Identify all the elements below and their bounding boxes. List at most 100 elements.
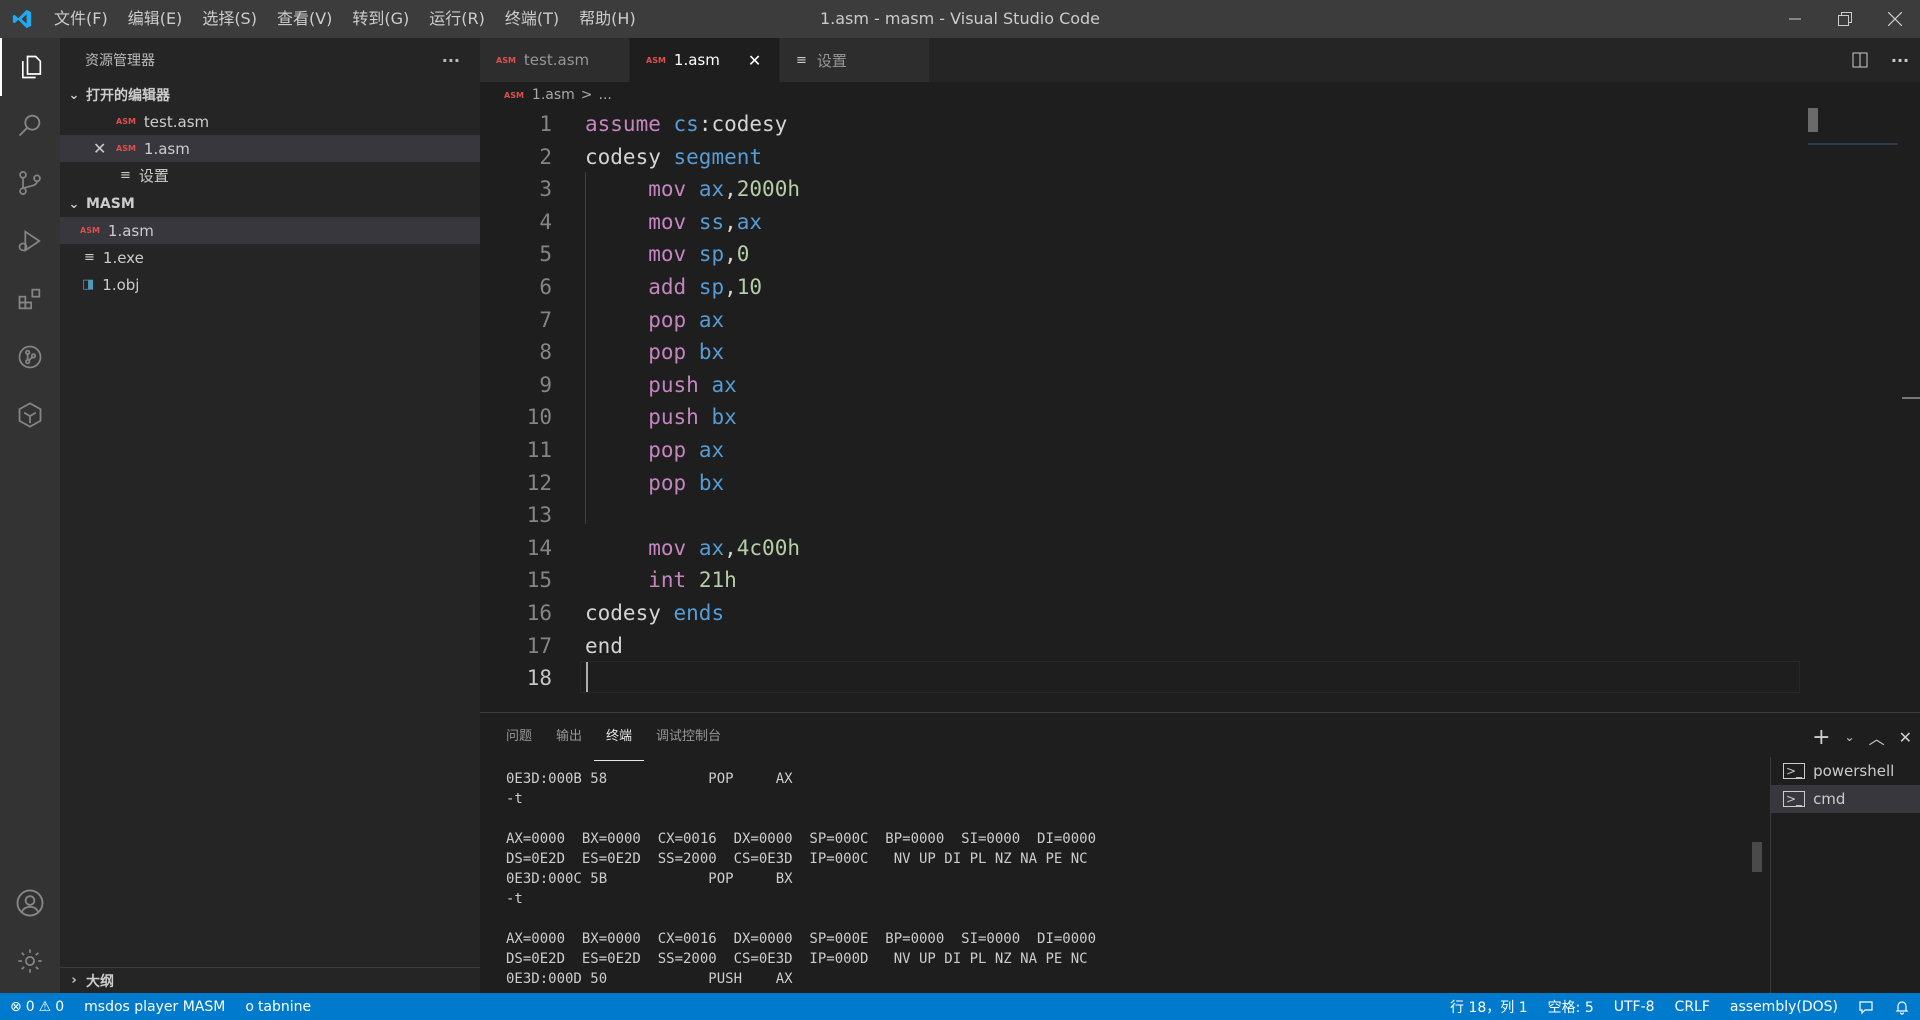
code-line[interactable]: 14 mov ax,4c00h [480, 532, 1800, 564]
code-line[interactable]: 13 [480, 499, 1800, 531]
code-token: , [724, 275, 737, 299]
open-editor-item[interactable]: ✕ ASM 1.asm [60, 135, 480, 162]
language-mode[interactable]: assembly(DOS) [1720, 993, 1848, 1020]
code-token: add [648, 275, 687, 299]
close-panel-icon[interactable]: ✕ [1899, 728, 1912, 747]
extensions-icon[interactable] [0, 270, 60, 328]
code-token: pop [648, 307, 687, 332]
asm-file-icon: ASM [116, 117, 136, 126]
explorer-icon[interactable] [0, 38, 60, 96]
file-item[interactable]: ≡ 1.exe [60, 244, 480, 271]
outline-section[interactable]: › 大纲 [60, 967, 480, 993]
code-line[interactable]: 7 pop ax [480, 304, 1800, 336]
code-line[interactable]: 3 mov ax,2000h [480, 173, 1800, 205]
menu-terminal[interactable]: 终端(T) [495, 0, 569, 38]
tab-debug-console[interactable]: 调试控制台 [644, 713, 733, 761]
terminal-label: powershell [1813, 762, 1895, 780]
code-line[interactable]: 11 pop ax [480, 434, 1800, 466]
menu-selection[interactable]: 选择(S) [192, 0, 267, 38]
code-line[interactable]: 8 pop bx [480, 336, 1800, 368]
code-token: bx [698, 470, 725, 495]
code-line[interactable]: 18 [480, 662, 1800, 694]
minimize-button[interactable] [1770, 0, 1820, 38]
minimap[interactable] [1808, 108, 1898, 152]
open-editor-item[interactable]: ≡ 设置 [60, 162, 480, 189]
maximize-panel-icon[interactable]: ︿ [1869, 725, 1885, 749]
restore-button[interactable] [1820, 0, 1870, 38]
tab-settings[interactable]: ≡ 设置 [780, 38, 930, 82]
menu-view[interactable]: 查看(V) [267, 0, 342, 38]
breadcrumb-file[interactable]: 1.asm [532, 87, 575, 103]
code-line[interactable]: 9 push ax [480, 369, 1800, 401]
menu-file[interactable]: 文件(F) [44, 0, 118, 38]
encoding[interactable]: UTF-8 [1604, 993, 1665, 1020]
terminal-item-powershell[interactable]: >_ powershell [1771, 757, 1920, 785]
more-editor-actions-icon[interactable]: ··· [1880, 51, 1920, 70]
new-terminal-icon[interactable]: + [1812, 725, 1830, 750]
code-line[interactable]: 17 end [480, 630, 1800, 662]
code-line[interactable]: 12 pop bx [480, 467, 1800, 499]
breadcrumb-symbols[interactable]: ... [599, 87, 612, 103]
folder-section[interactable]: ⌄ MASM [60, 191, 480, 217]
code-line[interactable]: 1 assume cs:codesy [480, 108, 1800, 140]
terminal-output[interactable]: 0E3D:000B 58 POP AX -t AX=0000 BX=0000 CX… [506, 769, 1506, 989]
code-line[interactable]: 5 mov sp,0 [480, 238, 1800, 270]
open-editor-item[interactable]: ASM test.asm [60, 108, 480, 135]
code-line[interactable]: 2 codesy segment [480, 141, 1800, 173]
source-control-icon[interactable] [0, 154, 60, 212]
manage-gear-icon[interactable] [0, 932, 60, 990]
editor-tabs: ASM test.asm ASM 1.asm ✕ ≡ 设置 ··· [480, 38, 1920, 82]
terminal-item-cmd[interactable]: >_ cmd [1771, 785, 1920, 813]
problems-status[interactable]: ⊗ 0 ⚠ 0 [0, 993, 74, 1020]
code-editor[interactable]: 1 assume cs:codesy 2 codesy segment 3 mov ax… [480, 108, 1920, 708]
run-debug-icon[interactable] [0, 212, 60, 270]
close-editor-icon[interactable]: ✕ [93, 139, 106, 158]
code-line[interactable]: 15 int 21h [480, 564, 1800, 596]
remote-explorer-icon[interactable] [0, 386, 60, 444]
terminal-scrollbar[interactable] [1752, 842, 1762, 872]
chevron-down-icon[interactable]: ⌄ [1845, 730, 1855, 744]
menu-go[interactable]: 转到(G) [342, 0, 419, 38]
menu-help[interactable]: 帮助(H) [569, 0, 646, 38]
git-graph-icon[interactable] [0, 328, 60, 386]
status-tabnine[interactable]: ο tabnine [235, 993, 321, 1020]
status-msdos-player[interactable]: msdos player MASM [74, 993, 235, 1020]
menu-edit[interactable]: 编辑(E) [118, 0, 193, 38]
tab-output[interactable]: 输出 [544, 713, 594, 761]
code-text: int 21h [585, 564, 737, 596]
file-item[interactable]: ASM 1.asm [60, 217, 480, 244]
close-tab-icon[interactable]: ✕ [748, 51, 761, 70]
more-actions-button[interactable]: ··· [442, 51, 460, 70]
line-number: 11 [526, 438, 552, 462]
line-ending[interactable]: CRLF [1665, 993, 1720, 1020]
terminal-line: -t [506, 791, 523, 807]
notifications-bell-icon[interactable] [1884, 993, 1920, 1020]
tab-terminal[interactable]: 终端 [594, 713, 645, 761]
code-token: ends [673, 601, 725, 625]
code-line[interactable]: 16 codesy ends [480, 597, 1800, 629]
split-editor-icon[interactable] [1840, 52, 1880, 68]
code-line[interactable]: 6 add sp,10 [480, 271, 1800, 303]
feedback-icon[interactable] [1848, 993, 1884, 1020]
tab-test-asm[interactable]: ASM test.asm [480, 38, 630, 82]
code-line[interactable]: 4 mov ss,ax [480, 206, 1800, 238]
account-icon[interactable] [0, 874, 60, 932]
search-icon[interactable] [0, 96, 60, 154]
tab-problems[interactable]: 问题 [494, 713, 544, 761]
file-item[interactable]: ◨ 1.obj [60, 271, 480, 298]
line-number: 16 [526, 601, 552, 625]
cursor-position[interactable]: 行 18，列 1 [1440, 993, 1538, 1020]
indentation[interactable]: 空格: 5 [1538, 993, 1604, 1020]
close-window-button[interactable] [1870, 0, 1920, 38]
open-editors-section[interactable]: ⌄ 打开的编辑器 [60, 82, 480, 108]
menu-run[interactable]: 运行(R) [419, 0, 495, 38]
code-text: pop ax [585, 304, 724, 336]
code-line[interactable]: 10 push bx [480, 401, 1800, 433]
asm-file-icon: ASM [646, 55, 666, 65]
terminal-label: cmd [1813, 790, 1846, 808]
tab-1-asm[interactable]: ASM 1.asm ✕ [630, 38, 780, 82]
close-icon [1888, 12, 1902, 26]
